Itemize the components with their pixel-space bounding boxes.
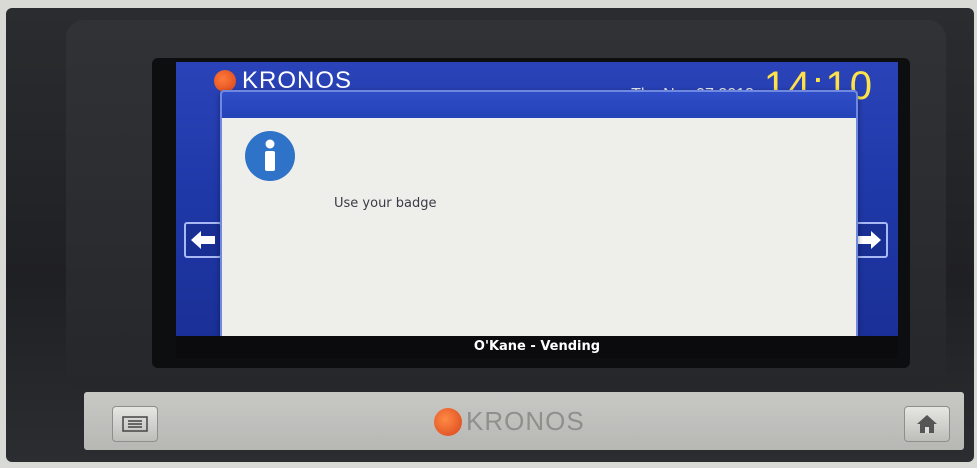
arrow-left-icon (191, 231, 215, 249)
footer-logo: KRONOS (434, 406, 585, 437)
dialog-titlebar (222, 92, 856, 118)
location-label: O'Kane - Vending (176, 336, 898, 358)
home-button[interactable] (904, 406, 950, 442)
info-dialog: Use your badge (220, 90, 858, 342)
kronos-footer-logo-icon (434, 407, 462, 436)
touch-screen: KRONOS Thu Nov 07 2013 14:10 Use your ba… (176, 62, 898, 358)
bottom-panel: KRONOS (84, 392, 964, 450)
previous-button[interactable] (184, 222, 222, 258)
footer-brand-name: KRONOS (466, 406, 585, 436)
home-icon (917, 415, 937, 433)
arrow-right-icon (857, 231, 881, 249)
kronos-logo-icon (214, 70, 236, 92)
dialog-message: Use your badge (334, 196, 437, 211)
menu-button[interactable] (112, 406, 158, 442)
info-icon (245, 131, 295, 181)
menu-icon (122, 416, 148, 432)
